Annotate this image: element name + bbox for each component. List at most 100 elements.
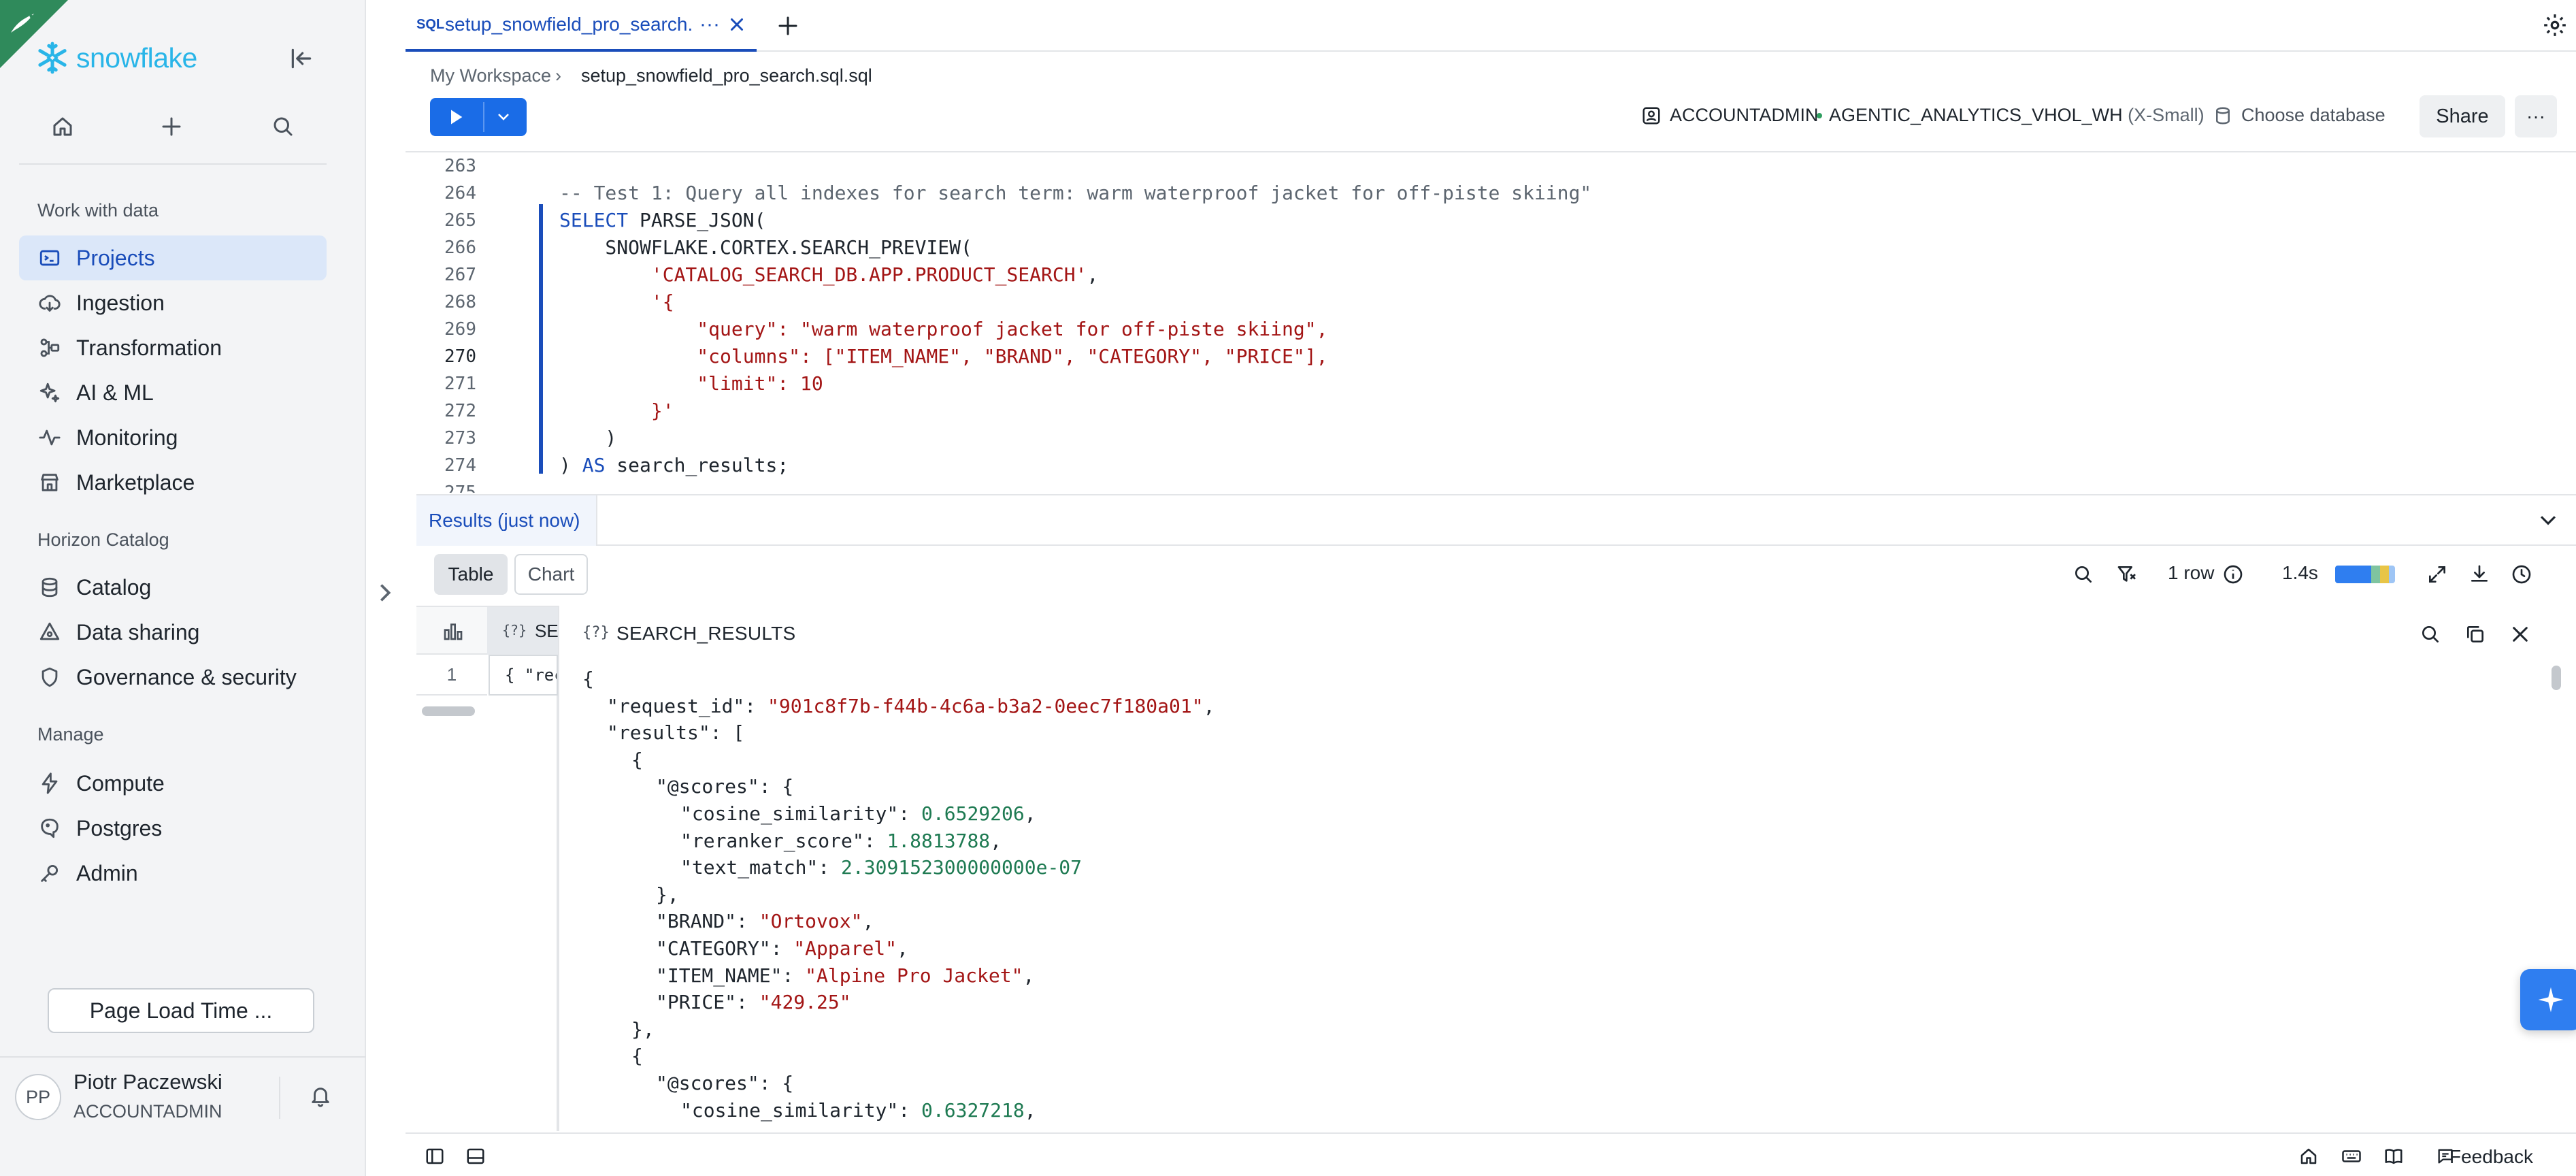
- page-load-time-button[interactable]: Page Load Time ...: [48, 988, 314, 1033]
- sidebar-item-projects[interactable]: Projects: [19, 235, 327, 280]
- line-number: 273: [444, 428, 476, 448]
- json-line: {: [582, 666, 594, 693]
- keyboard-icon[interactable]: [2341, 1146, 2362, 1166]
- plus-icon[interactable]: [159, 114, 184, 139]
- json-punct: ,: [862, 910, 874, 933]
- sidebar-item-ai-ml[interactable]: AI & ML: [19, 370, 327, 415]
- json-punct: ,: [897, 937, 908, 960]
- sidebar-item-catalog[interactable]: Catalog: [19, 565, 327, 610]
- close-icon[interactable]: [2509, 623, 2531, 645]
- json-line: "CATEGORY": "Apparel",: [656, 935, 908, 962]
- toggle-sidebar-icon[interactable]: [425, 1146, 445, 1166]
- warehouse-selector[interactable]: AGENTIC_ANALYTICS_VHOL_WH (X-Small): [1829, 105, 2205, 126]
- chart-view-button[interactable]: Chart: [514, 554, 588, 595]
- home-icon[interactable]: [2298, 1146, 2319, 1166]
- table-cell[interactable]: { "rec: [489, 655, 558, 696]
- code-keyword: SELECT: [559, 209, 629, 231]
- column-header-search-results[interactable]: {?} SE: [487, 607, 559, 655]
- json-line: "request_id": "901c8f7b-f44b-4c6a-b3a2-0…: [607, 693, 1215, 720]
- sidebar-item-marketplace[interactable]: Marketplace: [19, 460, 327, 505]
- tab-setup-snowfield-pro-search[interactable]: SQL setup_snowfield_pro_search. ···: [406, 0, 757, 52]
- sidebar-item-transformation[interactable]: Transformation: [19, 325, 327, 370]
- more-options-button[interactable]: ···: [2515, 95, 2557, 137]
- chevron-down-icon[interactable]: [2537, 510, 2560, 531]
- vertical-scrollbar[interactable]: [2552, 666, 2561, 690]
- user-name[interactable]: Piotr Paczewski: [73, 1070, 222, 1094]
- collapse-sidebar-icon[interactable]: [288, 46, 314, 71]
- tab-results[interactable]: Results (just now): [416, 495, 597, 546]
- json-line: "reranker_score": 1.8813788,: [680, 828, 1002, 855]
- horizontal-scrollbar[interactable]: [422, 706, 475, 716]
- filter-icon[interactable]: [2116, 564, 2138, 585]
- line-number: 272: [444, 401, 476, 421]
- search-icon[interactable]: [2420, 623, 2441, 645]
- divider: [19, 163, 327, 165]
- profile-segment: [2389, 566, 2395, 583]
- sidebar-item-label: Projects: [76, 245, 155, 270]
- json-string-value: "Ortovox": [759, 910, 863, 933]
- json-key: "@scores": [656, 1072, 759, 1094]
- history-icon[interactable]: [2511, 564, 2532, 585]
- new-tab-plus-icon[interactable]: [776, 14, 800, 38]
- tab-more-button[interactable]: ···: [699, 13, 720, 36]
- section-title-manage: Manage: [37, 724, 104, 745]
- run-button-divider: [483, 102, 484, 132]
- json-punct: ,: [1024, 802, 1036, 825]
- sql-editor[interactable]: 263 264 -- Test 1: Query all indexes for …: [406, 151, 2576, 493]
- download-icon[interactable]: [2468, 564, 2490, 585]
- chevron-down-icon[interactable]: [495, 110, 512, 124]
- code-line: 264 -- Test 1: Query all indexes for sear…: [406, 180, 2576, 207]
- sidebar-item-data-sharing[interactable]: Data sharing: [19, 610, 327, 655]
- line-number: 269: [444, 319, 476, 340]
- book-icon[interactable]: [2383, 1146, 2405, 1166]
- sidebar-item-postgres[interactable]: Postgres: [19, 806, 327, 851]
- share-button[interactable]: Share: [2420, 95, 2505, 137]
- json-line: "BRAND": "Ortovox",: [656, 908, 874, 935]
- bell-icon[interactable]: [309, 1085, 332, 1108]
- table-view-button[interactable]: Table: [434, 554, 508, 595]
- sidebar-item-compute[interactable]: Compute: [19, 761, 327, 806]
- code-keyword: AS: [582, 454, 606, 476]
- code-string: "columns": ["ITEM_NAME", "BRAND", "CATEG…: [697, 345, 1328, 368]
- sidebar-item-monitoring[interactable]: Monitoring: [19, 415, 327, 460]
- expand-icon[interactable]: [2426, 564, 2448, 585]
- role-selector[interactable]: ACCOUNTADMIN: [1670, 105, 1819, 126]
- info-icon[interactable]: [2222, 564, 2244, 585]
- section-title-work-with-data: Work with data: [37, 200, 159, 220]
- column-stats-icon[interactable]: [442, 621, 464, 641]
- search-icon[interactable]: [2073, 564, 2094, 585]
- copy-icon[interactable]: [2464, 623, 2486, 645]
- avatar[interactable]: PP: [15, 1074, 61, 1120]
- warehouse-status-dot: [1817, 113, 1822, 118]
- code-text: SNOWFLAKE.CORTEX.SEARCH_PREVIEW(: [559, 236, 972, 259]
- sidebar-item-governance-security[interactable]: Governance & security: [19, 655, 327, 700]
- line-number: 264: [444, 183, 476, 203]
- json-punct: ,: [1024, 1098, 1036, 1122]
- sidebar-item-label: Compute: [76, 770, 165, 796]
- chevron-right-icon[interactable]: [377, 581, 393, 604]
- json-punct: :: [736, 991, 759, 1014]
- line-number: 265: [444, 210, 476, 231]
- copilot-button[interactable]: [2520, 969, 2576, 1030]
- snowflake-logo[interactable]: snowflake: [35, 41, 197, 75]
- json-punct: ,: [990, 829, 1002, 852]
- home-icon[interactable]: [50, 114, 75, 139]
- feedback-link[interactable]: Feedback: [2449, 1146, 2533, 1168]
- run-button[interactable]: [430, 98, 527, 136]
- json-number-value: 2.309152300000000e-07: [841, 856, 1083, 879]
- profile-segment: [2379, 566, 2390, 583]
- bird-icon: [11, 14, 34, 33]
- choose-database-selector[interactable]: Choose database: [2241, 105, 2385, 126]
- query-profile-bar[interactable]: [2335, 566, 2395, 583]
- gear-icon[interactable]: [2542, 12, 2568, 38]
- code-line: 270 "columns": ["ITEM_NAME", "BRAND", "C…: [406, 343, 2576, 370]
- breadcrumb-workspace[interactable]: My Workspace: [430, 65, 551, 86]
- postgres-icon: [41, 818, 59, 838]
- sidebar-item-admin[interactable]: Admin: [19, 851, 327, 896]
- search-icon[interactable]: [271, 114, 295, 139]
- close-icon[interactable]: [727, 14, 747, 35]
- line-number: 274: [444, 455, 476, 476]
- toggle-panel-icon[interactable]: [465, 1146, 486, 1166]
- sidebar-item-ingestion[interactable]: Ingestion: [19, 280, 327, 325]
